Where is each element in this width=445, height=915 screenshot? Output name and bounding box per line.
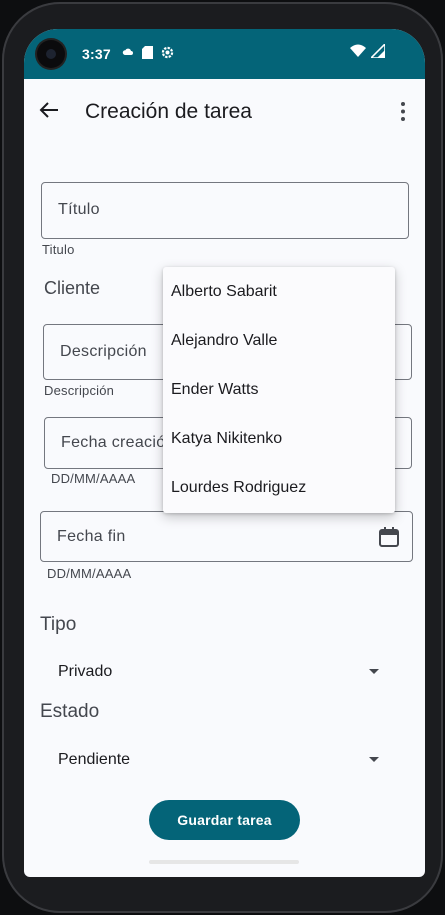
status-icons (122, 46, 174, 59)
end-date-field[interactable]: Fecha fin (40, 511, 413, 562)
wifi-icon (350, 44, 366, 57)
client-dropdown-menu: Alberto Sabarit Alejandro Valle Ender Wa… (163, 267, 395, 513)
cloud-icon (122, 48, 133, 55)
creation-date-placeholder: Fecha creación (61, 434, 175, 451)
description-placeholder: Descripción (60, 343, 147, 360)
chevron-down-icon (369, 669, 379, 674)
page-title: Creación de tarea (85, 100, 252, 123)
status-label: Estado (40, 701, 100, 722)
client-label[interactable]: Cliente (44, 278, 100, 299)
client-option[interactable]: Lourdes Rodriguez (163, 463, 395, 512)
status-select[interactable]: Pendiente (58, 743, 379, 779)
calendar-icon[interactable] (378, 526, 400, 548)
settings-icon (161, 46, 174, 59)
more-vert-icon (401, 102, 405, 121)
back-button[interactable] (38, 99, 66, 123)
more-options-button[interactable] (393, 99, 413, 125)
type-label: Tipo (40, 614, 77, 635)
end-date-helper: DD/MM/AAAA (47, 566, 132, 581)
screen: 3:37 Creación de tarea Título Titulo Cli… (24, 29, 425, 877)
sd-card-icon (142, 46, 153, 59)
title-placeholder: Título (58, 201, 100, 218)
title-field[interactable]: Título (41, 182, 409, 239)
title-helper: Titulo (42, 242, 75, 257)
type-value: Privado (58, 663, 113, 680)
home-gesture-bar[interactable] (149, 860, 299, 864)
chevron-down-icon (369, 757, 379, 762)
description-helper: Descripción (44, 383, 115, 398)
signal-icon (371, 44, 385, 58)
app-bar: Creación de tarea (24, 79, 425, 145)
creation-date-helper: DD/MM/AAAA (51, 471, 136, 486)
end-date-placeholder: Fecha fin (57, 528, 126, 545)
status-time: 3:37 (82, 46, 111, 62)
client-option[interactable]: Ender Watts (163, 365, 395, 414)
status-value: Pendiente (58, 751, 131, 768)
client-option[interactable]: Alberto Sabarit (163, 267, 395, 316)
arrow-back-icon (39, 102, 58, 118)
front-camera (37, 40, 65, 68)
client-option[interactable]: Katya Nikitenko (163, 414, 395, 463)
status-bar: 3:37 (24, 29, 425, 79)
phone-frame: 3:37 Creación de tarea Título Titulo Cli… (2, 2, 443, 913)
client-option[interactable]: Alejandro Valle (163, 316, 395, 365)
save-task-button[interactable]: Guardar tarea (149, 800, 300, 840)
type-select[interactable]: Privado (58, 655, 379, 691)
status-right-icons (350, 44, 385, 58)
